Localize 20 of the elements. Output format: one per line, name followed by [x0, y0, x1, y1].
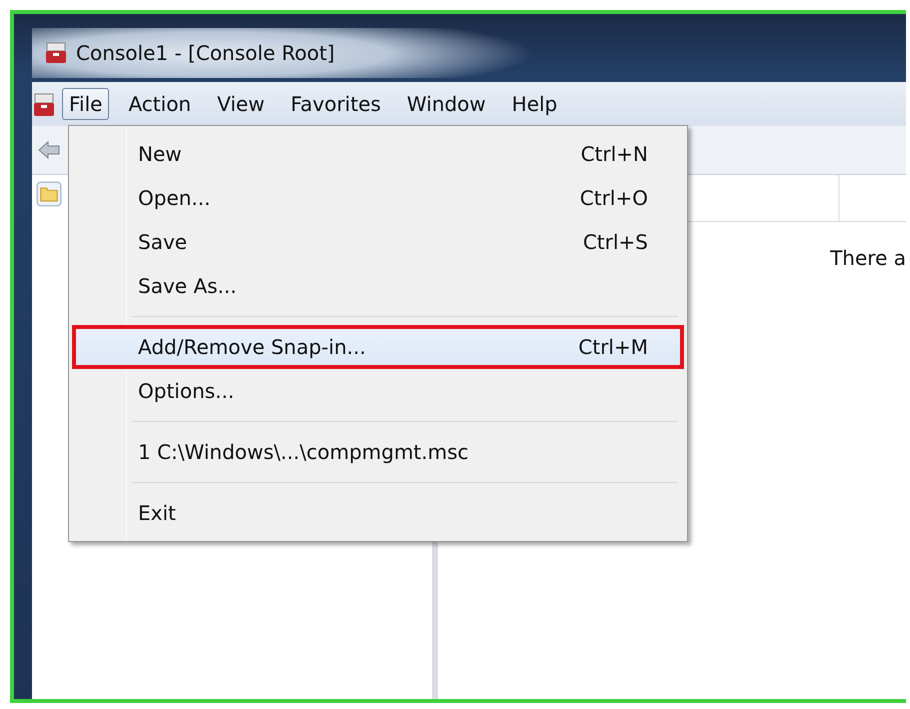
- menu-item[interactable]: Options...: [72, 369, 684, 413]
- menu-item[interactable]: Exit: [72, 491, 684, 535]
- menu-bar-item[interactable]: Window: [400, 88, 493, 120]
- back-arrow-icon[interactable]: [38, 140, 60, 160]
- menu-bar-item[interactable]: Action: [121, 88, 198, 120]
- menu-item[interactable]: 1 C:\Windows\...\compmgmt.msc: [72, 430, 684, 474]
- menu-item[interactable]: Save As...: [72, 264, 684, 308]
- menu-item[interactable]: Save Ctrl+S: [72, 220, 684, 264]
- toolbox-icon[interactable]: [32, 91, 56, 117]
- menu-bar-item[interactable]: File: [62, 88, 110, 120]
- folder-icon[interactable]: [36, 181, 62, 207]
- empty-message: There a: [830, 246, 906, 270]
- menu-item[interactable]: New Ctrl+N: [72, 132, 684, 176]
- menu-bar-item[interactable]: Help: [504, 88, 564, 120]
- menu-bar-item[interactable]: View: [210, 88, 272, 120]
- window-title: Console1 - [Console Root]: [76, 41, 335, 65]
- menu-item[interactable]: Add/Remove Snap-in... Ctrl+M: [72, 325, 684, 369]
- toolbox-icon: [44, 41, 68, 65]
- menu-bar-item[interactable]: Favorites: [284, 88, 388, 120]
- menu-item[interactable]: Open... Ctrl+O: [72, 176, 684, 220]
